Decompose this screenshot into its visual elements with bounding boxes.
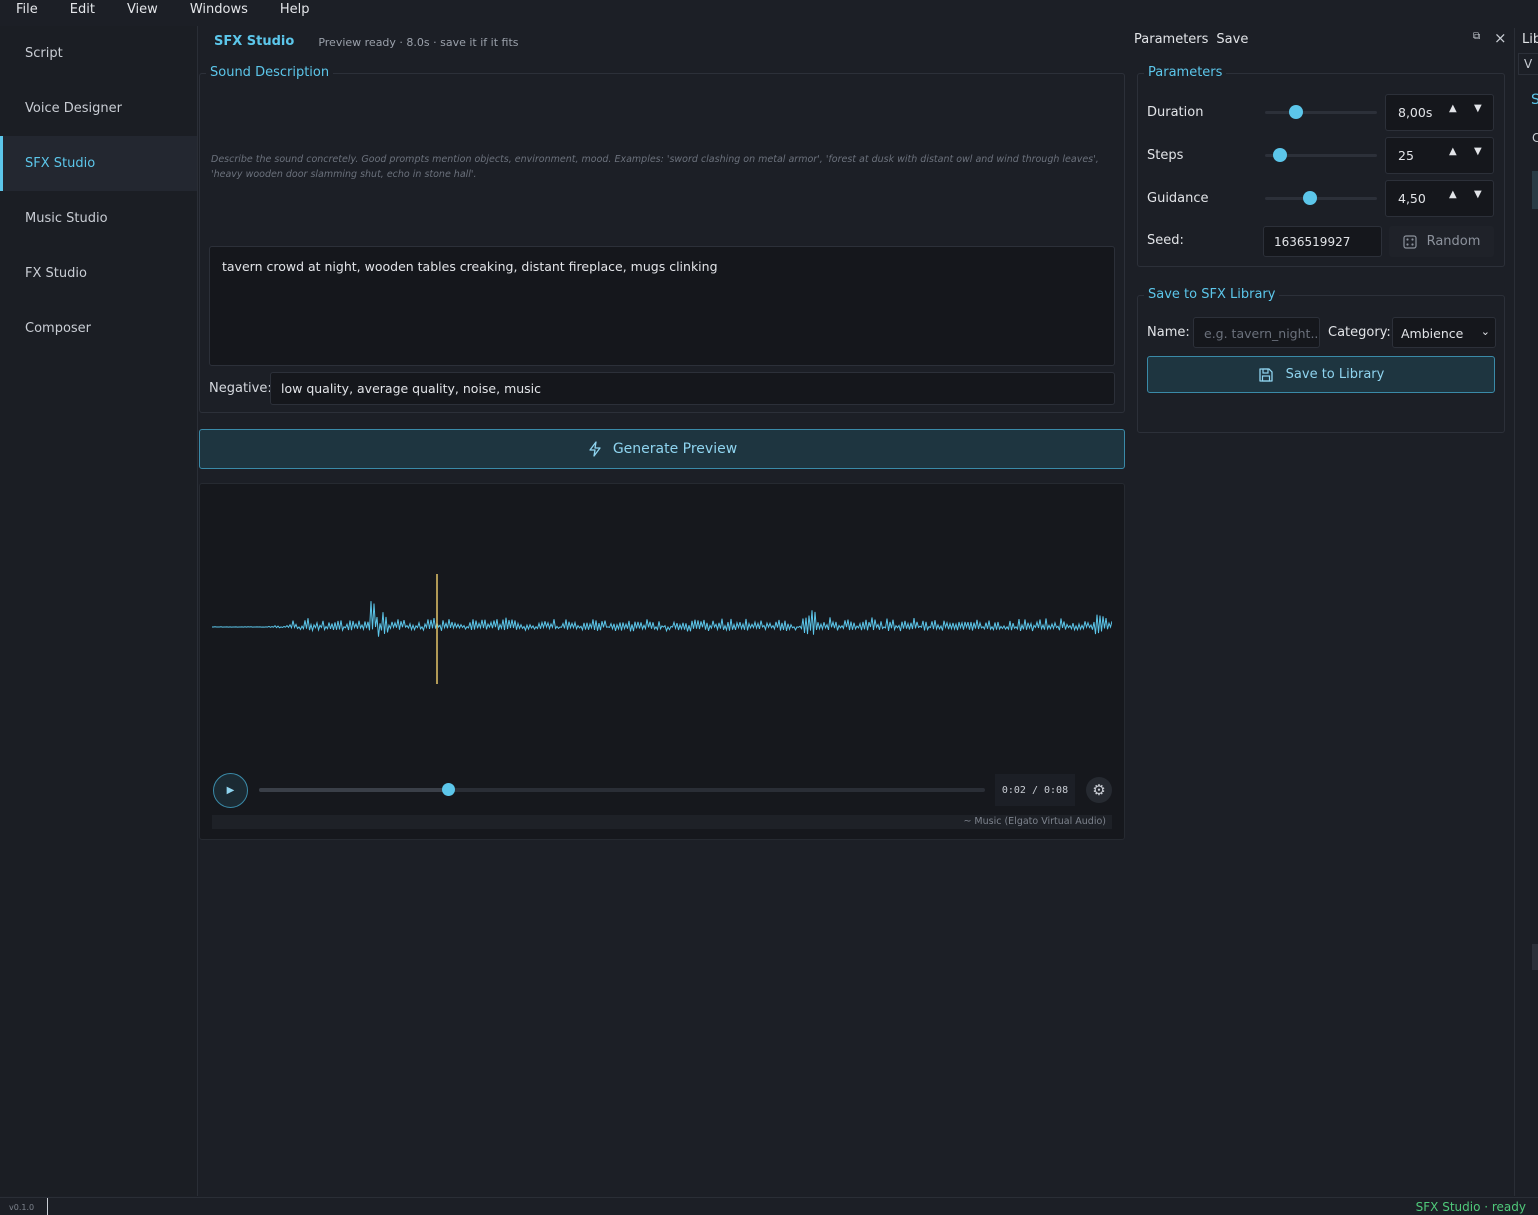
duration-spinbox[interactable]: 8,00s ▲ ▼: [1385, 94, 1494, 131]
random-seed-button[interactable]: Random: [1389, 226, 1494, 257]
steps-label: Steps: [1147, 148, 1184, 163]
sidebar-item-script[interactable]: Script: [0, 26, 197, 81]
steps-spinbox[interactable]: 25 ▲ ▼: [1385, 137, 1494, 174]
sidebar-item-sfx-studio[interactable]: SFX Studio: [0, 136, 197, 191]
duration-decrement-icon[interactable]: ▼: [1474, 103, 1482, 114]
sidebar-item-music-studio[interactable]: Music Studio: [0, 191, 197, 246]
prompt-textarea[interactable]: tavern crowd at night, wooden tables cre…: [209, 246, 1115, 366]
seed-label: Seed:: [1147, 233, 1184, 248]
player-settings-button[interactable]: ⚙: [1086, 777, 1112, 803]
library-field[interactable]: V: [1518, 53, 1538, 75]
dice-icon: [1402, 234, 1417, 249]
parameters-group: Parameters Duration 8,00s ▲ ▼ Steps 25 ▲…: [1137, 65, 1505, 267]
save-icon: [1259, 367, 1273, 382]
duration-slider-handle[interactable]: [1289, 105, 1304, 119]
tab-save[interactable]: Save: [1216, 32, 1248, 47]
app-status: SFX Studio · ready: [1415, 1200, 1526, 1214]
save-group-title: Save to SFX Library: [1144, 287, 1280, 302]
negative-label: Negative:: [209, 381, 272, 396]
menu-bar: File Edit View Windows Help: [0, 0, 1538, 22]
steps-increment-icon[interactable]: ▲: [1449, 146, 1457, 157]
generate-preview-button[interactable]: Generate Preview: [199, 429, 1125, 469]
duration-increment-icon[interactable]: ▲: [1449, 103, 1457, 114]
guidance-label: Guidance: [1147, 191, 1209, 206]
steps-decrement-icon[interactable]: ▼: [1474, 146, 1482, 157]
library-heading: S: [1531, 92, 1538, 108]
seek-bar[interactable]: [259, 783, 985, 796]
category-value: Ambience: [1401, 326, 1464, 341]
tab-parameters[interactable]: Parameters: [1134, 32, 1208, 47]
gear-icon: ⚙: [1092, 781, 1106, 799]
menu-help[interactable]: Help: [264, 0, 326, 22]
steps-value: 25: [1398, 148, 1414, 163]
seek-bar-fill: [259, 788, 448, 792]
name-input[interactable]: e.g. tavern_night...: [1193, 317, 1320, 348]
prompt-hint: Describe the sound concretely. Good prom…: [211, 154, 1099, 180]
waveform-path: [212, 601, 1112, 637]
duration-label: Duration: [1147, 105, 1204, 120]
steps-slider-handle[interactable]: [1272, 148, 1287, 162]
guidance-increment-icon[interactable]: ▲: [1449, 189, 1457, 200]
parameters-title: Parameters: [1144, 65, 1227, 80]
time-readout: 0:02 / 0:08: [995, 774, 1075, 806]
guidance-slider-handle[interactable]: [1302, 191, 1317, 205]
guidance-spinbox[interactable]: 4,50 ▲ ▼: [1385, 180, 1494, 217]
seek-bar-handle[interactable]: [441, 783, 455, 796]
steps-slider[interactable]: [1265, 148, 1377, 162]
library-scrollbar[interactable]: [1532, 944, 1538, 970]
generate-preview-label: Generate Preview: [612, 441, 738, 457]
sound-description-group: Sound Description Describe the sound con…: [199, 65, 1125, 413]
category-select[interactable]: Ambience ⌄: [1392, 317, 1496, 348]
version-label: v0.1.0: [0, 1198, 48, 1215]
chevron-down-icon: ⌄: [1480, 325, 1490, 338]
seed-input[interactable]: 1636519927: [1263, 226, 1382, 257]
save-to-library-button[interactable]: Save to Library: [1147, 356, 1495, 393]
library-list-selection: [1532, 171, 1538, 209]
sidebar: Script Voice Designer SFX Studio Music S…: [0, 26, 198, 1196]
duration-value: 8,00s: [1398, 105, 1433, 120]
library-dock-edge: Lib V S C: [1514, 28, 1538, 1196]
close-icon[interactable]: ×: [1494, 29, 1507, 47]
menu-file[interactable]: File: [0, 0, 54, 22]
output-device-label: ~ Music (Elgato Virtual Audio): [212, 815, 1112, 829]
save-to-library-label: Save to Library: [1285, 367, 1385, 382]
preview-status: Preview ready · 8.0s · save it if it fit…: [318, 35, 519, 49]
status-bar: v0.1.0 SFX Studio · ready: [0, 1197, 1538, 1215]
guidance-value: 4,50: [1398, 191, 1426, 206]
sidebar-item-composer[interactable]: Composer: [0, 301, 197, 356]
duration-slider[interactable]: [1265, 105, 1377, 119]
sidebar-item-voice-designer[interactable]: Voice Designer: [0, 81, 197, 136]
name-label: Name:: [1147, 325, 1190, 340]
main-header: SFX Studio Preview ready · 8.0s · save i…: [199, 26, 1129, 56]
category-label: Category:: [1328, 325, 1391, 340]
lightning-icon: [589, 441, 601, 457]
tab-library[interactable]: Lib: [1522, 32, 1538, 47]
random-label: Random: [1426, 234, 1481, 249]
waveform[interactable]: [212, 564, 1112, 684]
guidance-slider[interactable]: [1265, 191, 1377, 205]
float-dock-icon[interactable]: ⧉: [1473, 31, 1480, 42]
guidance-decrement-icon[interactable]: ▼: [1474, 189, 1482, 200]
dock-header: Parameters Save ⧉ ×: [1128, 28, 1512, 50]
play-button[interactable]: ▶: [213, 773, 248, 808]
library-subheading: C: [1532, 131, 1538, 145]
menu-windows[interactable]: Windows: [174, 0, 264, 22]
audio-player: ▶ 0:02 / 0:08 ⚙ ~ Music (Elgato Virtual …: [199, 483, 1125, 840]
save-to-library-group: Save to SFX Library Name: e.g. tavern_ni…: [1137, 287, 1505, 433]
page-title: SFX Studio: [214, 33, 295, 49]
play-icon: ▶: [226, 785, 235, 796]
menu-view[interactable]: View: [111, 0, 174, 22]
negative-prompt-input[interactable]: low quality, average quality, noise, mus…: [270, 372, 1115, 405]
menu-edit[interactable]: Edit: [54, 0, 111, 22]
sound-description-title: Sound Description: [206, 65, 334, 80]
sidebar-item-fx-studio[interactable]: FX Studio: [0, 246, 197, 301]
